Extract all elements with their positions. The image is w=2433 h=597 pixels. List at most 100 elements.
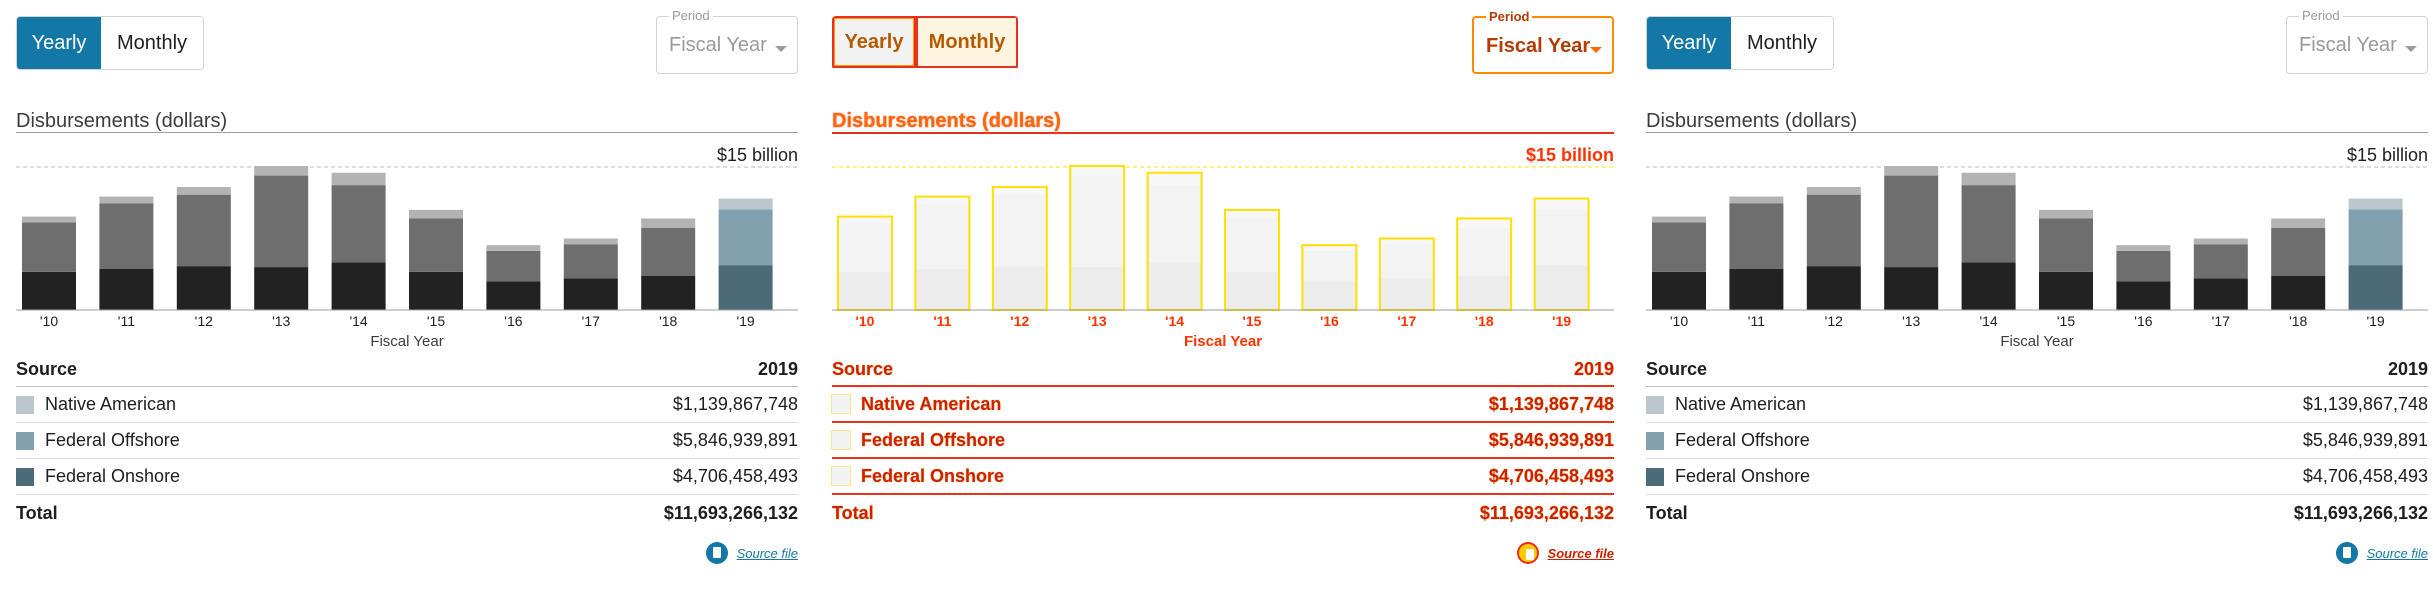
bar-segment-native-american (992, 187, 1047, 195)
bar-10[interactable] (22, 216, 76, 310)
yearly-button[interactable]: Yearly (832, 16, 916, 68)
bar-19[interactable] (718, 198, 773, 310)
monthly-button[interactable]: Monthly (1731, 17, 1833, 69)
bar-segment-native-american (1961, 172, 2016, 186)
native-american-swatch (831, 394, 851, 414)
bar-segment-federal-offshore (915, 203, 970, 270)
bar-segment-federal-offshore (486, 250, 541, 282)
chart-title: Disbursements (dollars) (16, 110, 228, 132)
total-row: Total $11,693,266,132 (1646, 495, 2428, 531)
bar-segment-native-american (99, 196, 154, 204)
row-label: Federal Offshore (1675, 430, 1810, 450)
bar-segment-native-american (1729, 196, 1784, 204)
bar-segment-federal-offshore (563, 244, 618, 279)
total-value: $11,693,266,132 (2293, 502, 2428, 523)
bar-13[interactable] (1884, 166, 1939, 310)
bar-19[interactable] (2348, 198, 2403, 310)
x-tick-label: '16 (1320, 313, 1339, 329)
x-tick-label: '15 (2057, 313, 2075, 329)
source-file-link[interactable]: Source file (1516, 542, 1614, 564)
bar-segment-federal-onshore (2271, 275, 2326, 310)
bar-segment-native-american (176, 187, 231, 195)
bar-13[interactable] (1069, 165, 1126, 312)
bar-segment-federal-offshore (838, 222, 892, 272)
federal-onshore-swatch (831, 466, 851, 486)
monthly-button[interactable]: Monthly (101, 17, 203, 69)
period-label: Period (1486, 9, 1533, 24)
bar-18[interactable] (2271, 218, 2326, 310)
total-row: Total $11,693,266,132 (832, 495, 1614, 531)
bar-17[interactable] (1378, 237, 1435, 311)
period-select[interactable]: Period Fiscal Year (656, 8, 798, 74)
x-axis-label: Fiscal Year (2000, 333, 2073, 350)
bar-11[interactable] (99, 196, 154, 310)
x-tick-label: '14 (1979, 313, 1997, 329)
bar-segment-federal-offshore (2116, 250, 2171, 282)
bar-16[interactable] (2116, 245, 2171, 310)
x-tick-label: '13 (1902, 313, 1920, 329)
bar-11[interactable] (914, 195, 971, 311)
max-label: $15 billion (1526, 145, 1614, 165)
bar-14[interactable] (1146, 171, 1203, 311)
bar-12[interactable] (176, 187, 231, 310)
period-select[interactable]: Period Fiscal Year (2286, 8, 2428, 74)
bar-segment-federal-offshore (1302, 250, 1357, 282)
bar-segment-federal-onshore (1147, 262, 1202, 310)
bar-12[interactable] (1806, 187, 1861, 310)
bar-16[interactable] (1301, 244, 1358, 311)
bar-segment-federal-offshore (409, 218, 463, 272)
period-select[interactable]: Period Fiscal Year (1472, 9, 1614, 74)
row-label: Federal Onshore (45, 466, 181, 486)
bar-segment-native-american (486, 245, 541, 251)
sources-table: Source 2019 Native American $1,139,867,7… (1646, 353, 2428, 531)
x-axis-label: Fiscal Year (1184, 333, 1262, 350)
bar-segment-native-american (2039, 209, 2093, 219)
bar-10[interactable] (837, 215, 893, 311)
bar-18[interactable] (1456, 217, 1513, 311)
monthly-button[interactable]: Monthly (916, 16, 1018, 68)
disbursements-chart: $15 billion '10 '11 '12 '13 '14 '15 '16 '17 '18 '1… (1646, 145, 2428, 350)
period-toggle: Yearly Monthly (832, 16, 1018, 70)
federal-offshore-swatch (831, 430, 851, 450)
bar-17[interactable] (2193, 238, 2248, 311)
bar-16[interactable] (486, 245, 541, 310)
x-tick-label: '10 (40, 313, 58, 329)
bar-segment-federal-onshore (915, 269, 970, 310)
file-icon (705, 542, 728, 564)
yearly-button[interactable]: Yearly (1647, 17, 1731, 69)
bar-15[interactable] (2039, 209, 2093, 310)
x-tick-label: '13 (1088, 313, 1107, 329)
bar-segment-native-american (1070, 166, 1125, 176)
row-value: $4,706,458,493 (2302, 466, 2428, 486)
x-tick-label: '12 (1010, 313, 1029, 329)
bar-segment-native-american (409, 209, 463, 219)
row-label: Native American (1675, 394, 1807, 414)
bar-12[interactable] (991, 186, 1048, 312)
x-tick-label: '17 (1397, 313, 1416, 329)
bar-14[interactable] (1961, 172, 2016, 310)
bar-10[interactable] (1652, 216, 1706, 310)
bar-segment-federal-offshore (2348, 209, 2403, 266)
bar-18[interactable] (641, 218, 696, 310)
bar-14[interactable] (331, 172, 386, 310)
source-file-link[interactable]: Source file (705, 542, 798, 564)
bar-segment-native-american (563, 238, 618, 245)
row-label: Native American (861, 393, 1002, 414)
bar-13[interactable] (254, 166, 309, 310)
bar-15[interactable] (409, 209, 463, 310)
row-value: $1,139,867,748 (672, 394, 798, 414)
sources-table: Source 2019 Native American $1,139,867,7… (16, 353, 798, 531)
yearly-button[interactable]: Yearly (17, 17, 101, 69)
bar-11[interactable] (1729, 196, 1784, 310)
bar-segment-federal-onshore (838, 271, 892, 310)
title-divider (832, 132, 1614, 134)
bar-17[interactable] (563, 238, 618, 311)
bar-15[interactable] (1224, 208, 1280, 311)
bar-segment-federal-onshore (1961, 262, 2016, 310)
x-tick-label: '16 (2134, 313, 2152, 329)
total-label: Total (16, 502, 58, 523)
max-label: $15 billion (2347, 145, 2428, 165)
bar-19[interactable] (1533, 197, 1590, 312)
federal-onshore-swatch (16, 467, 34, 486)
source-file-link[interactable]: Source file (2335, 542, 2428, 564)
